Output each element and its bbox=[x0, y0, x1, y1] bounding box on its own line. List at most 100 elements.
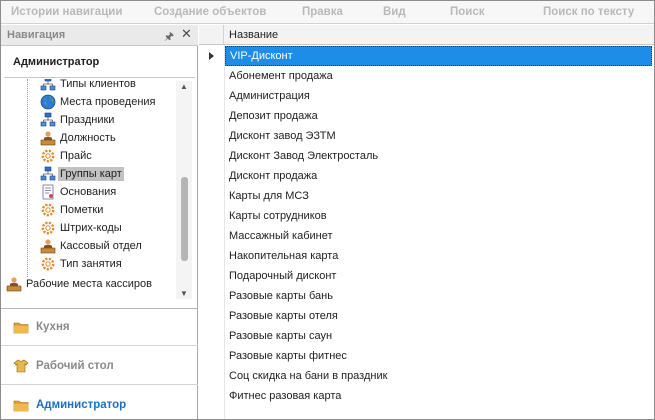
table-cell-name[interactable]: Разовые карты бань bbox=[225, 286, 652, 306]
tree-item-label: Кассовый отдел bbox=[60, 240, 142, 252]
pin-icon[interactable]: 🖈︎ bbox=[164, 28, 174, 47]
tree-item-label: Типы клиентов bbox=[60, 79, 136, 90]
table-cell-name[interactable]: Разовые карты отеля bbox=[225, 306, 652, 326]
person-desk-icon bbox=[6, 276, 22, 292]
tree-item[interactable]: Праздники bbox=[40, 111, 114, 129]
table-cell-name[interactable]: Дисконт завод ЭЗТМ bbox=[225, 126, 652, 146]
table-row[interactable]: Карты сотрудников bbox=[199, 206, 654, 226]
tree-item-label: Должность bbox=[60, 132, 116, 144]
table-row[interactable]: Депозит продажа bbox=[199, 106, 654, 126]
table-row[interactable]: Массажный кабинет bbox=[199, 226, 654, 246]
tree-item[interactable]: Пометки bbox=[40, 201, 103, 219]
menu-create-objects[interactable]: Создание объектов bbox=[154, 6, 266, 18]
menu-edit[interactable]: Правка bbox=[302, 6, 343, 18]
gear-icon bbox=[40, 220, 56, 236]
menu-search[interactable]: Поиск bbox=[450, 6, 485, 18]
row-indicator-column-header bbox=[199, 25, 224, 45]
data-grid: Название VIP-Дисконт Абонемент продажа Адм… bbox=[199, 25, 654, 419]
column-header-name[interactable]: Название bbox=[229, 29, 278, 41]
navigation-panel-title: Навигация bbox=[7, 29, 66, 41]
gear-icon bbox=[40, 148, 56, 164]
table-cell-name[interactable]: Фитнес разовая карта bbox=[225, 386, 652, 406]
tree-connector bbox=[27, 79, 28, 277]
tree-scrollbar[interactable]: ▲ ▼ bbox=[176, 81, 192, 299]
table-row[interactable]: Разовые карты отеля bbox=[199, 306, 654, 326]
tree-item[interactable]: Штрих-коды bbox=[40, 219, 122, 237]
navigation-panel: Навигация 🖈︎ ✕ Администратор Типы клиент… bbox=[1, 25, 198, 419]
tree-item-label: Рабочие места кассиров bbox=[26, 278, 152, 290]
grid-header: Название bbox=[199, 25, 654, 45]
table-row[interactable]: Разовые карты бань bbox=[199, 286, 654, 306]
tree-item-label: Штрих-коды bbox=[60, 222, 122, 234]
scroll-up-arrow-icon[interactable]: ▲ bbox=[180, 82, 188, 91]
navigation-group-button[interactable]: Рабочий стол bbox=[1, 348, 198, 385]
table-cell-name[interactable]: Накопительная карта bbox=[225, 246, 652, 266]
tree-item[interactable]: Тип занятия bbox=[40, 255, 122, 273]
network-icon bbox=[40, 79, 56, 92]
table-cell-name[interactable]: VIP-Дисконт bbox=[225, 46, 652, 66]
folder-icon bbox=[13, 397, 29, 413]
divider bbox=[4, 77, 195, 78]
table-row[interactable]: VIP-Дисконт bbox=[199, 46, 654, 66]
tree-item-label: Тип занятия bbox=[60, 258, 122, 270]
table-cell-name[interactable]: Соц скидка на бани в праздник bbox=[225, 366, 652, 386]
tree-item-label: Группы карт bbox=[58, 167, 124, 181]
table-row[interactable]: Дисконт продажа bbox=[199, 166, 654, 186]
gear-icon bbox=[40, 202, 56, 218]
network-icon bbox=[40, 112, 56, 128]
menu-view[interactable]: Вид bbox=[383, 6, 406, 18]
tree-item-label: Места проведения bbox=[60, 96, 156, 108]
table-row[interactable]: Соц скидка на бани в праздник bbox=[199, 366, 654, 386]
table-cell-name[interactable]: Карты для МСЗ bbox=[225, 186, 652, 206]
table-cell-name[interactable]: Разовые карты саун bbox=[225, 326, 652, 346]
table-row[interactable]: Разовые карты фитнес bbox=[199, 346, 654, 366]
menu-text-search[interactable]: Поиск по тексту bbox=[543, 6, 634, 18]
table-cell-name[interactable]: Дисконт Завод Электросталь bbox=[225, 146, 652, 166]
table-row[interactable]: Подарочный дисконт bbox=[199, 266, 654, 286]
tree-item[interactable]: Кассовый отдел bbox=[40, 237, 142, 255]
navigation-tree: Типы клиентов Места проведения Праздники До… bbox=[4, 79, 195, 301]
table-cell-name[interactable]: Абонемент продажа bbox=[225, 66, 652, 86]
gear-icon bbox=[40, 256, 56, 272]
tree-item-label: Праздники bbox=[60, 114, 115, 126]
tree-item-label: Пометки bbox=[60, 204, 104, 216]
tree-item-label: Прайс bbox=[60, 150, 92, 162]
navigation-group-label: Рабочий стол bbox=[36, 360, 114, 372]
scroll-down-arrow-icon[interactable]: ▼ bbox=[180, 289, 188, 298]
table-row[interactable]: Дисконт завод ЭЗТМ bbox=[199, 126, 654, 146]
scrollbar-thumb[interactable] bbox=[181, 177, 188, 261]
navigation-group-button[interactable]: Администратор bbox=[1, 387, 198, 420]
person-desk-icon bbox=[40, 238, 56, 254]
table-row[interactable]: Дисконт Завод Электросталь bbox=[199, 146, 654, 166]
document-icon bbox=[40, 184, 56, 200]
tree-item[interactable]: Должность bbox=[40, 129, 116, 147]
navigation-panel-header: Навигация 🖈︎ ✕ bbox=[1, 25, 198, 46]
table-row[interactable]: Администрация bbox=[199, 86, 654, 106]
table-cell-name[interactable]: Подарочный дисконт bbox=[225, 266, 652, 286]
table-cell-name[interactable]: Дисконт продажа bbox=[225, 166, 652, 186]
table-row[interactable]: Карты для МСЗ bbox=[199, 186, 654, 206]
table-cell-name[interactable]: Разовые карты фитнес bbox=[225, 346, 652, 366]
tree-item-label: Основания bbox=[60, 186, 117, 198]
tree-item[interactable]: Группы карт bbox=[40, 165, 124, 183]
navigation-group-button[interactable]: Кухня bbox=[1, 309, 198, 346]
tree-item[interactable]: Основания bbox=[40, 183, 116, 201]
menu-navigation-history[interactable]: Истории навигации bbox=[11, 6, 122, 18]
table-row[interactable]: Абонемент продажа bbox=[199, 66, 654, 86]
table-cell-name[interactable]: Массажный кабинет bbox=[225, 226, 652, 246]
table-row[interactable]: Разовые карты саун bbox=[199, 326, 654, 346]
table-row[interactable]: Накопительная карта bbox=[199, 246, 654, 266]
tree-item[interactable]: Рабочие места кассиров bbox=[6, 275, 152, 293]
table-row[interactable]: Фитнес разовая карта bbox=[199, 386, 654, 406]
table-cell-name[interactable]: Карты сотрудников bbox=[225, 206, 652, 226]
tree-item[interactable]: Прайс bbox=[40, 147, 92, 165]
current-row-indicator-icon bbox=[209, 52, 214, 60]
shirt-icon bbox=[13, 358, 29, 374]
close-icon[interactable]: ✕ bbox=[181, 26, 192, 42]
navigation-group-label: Администратор bbox=[36, 399, 127, 411]
person-desk-icon bbox=[40, 130, 56, 146]
tree-item[interactable]: Типы клиентов bbox=[40, 79, 136, 93]
table-cell-name[interactable]: Администрация bbox=[225, 86, 652, 106]
tree-item[interactable]: Места проведения bbox=[40, 93, 156, 111]
table-cell-name[interactable]: Депозит продажа bbox=[225, 106, 652, 126]
